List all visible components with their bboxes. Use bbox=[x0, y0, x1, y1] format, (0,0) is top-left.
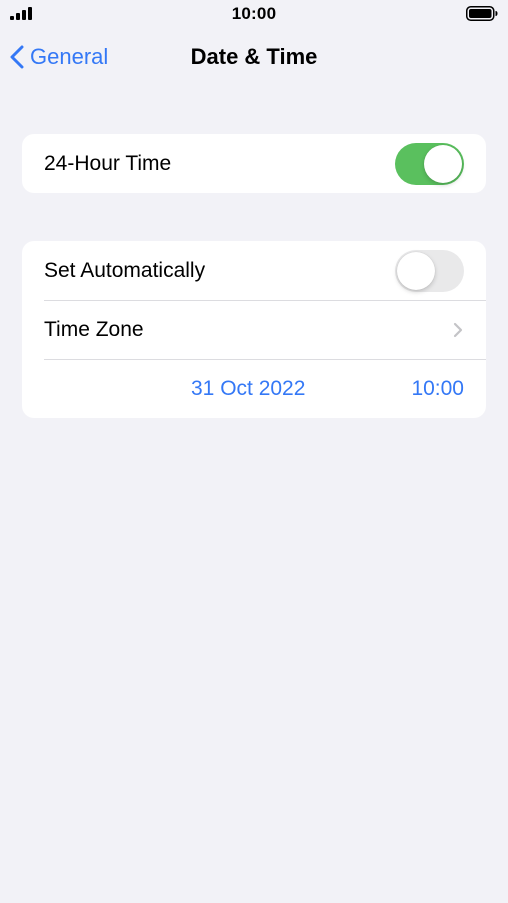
toggle-knob bbox=[397, 251, 435, 290]
status-bar: 10:00 bbox=[0, 0, 508, 28]
toggle-24-hour-time[interactable] bbox=[395, 142, 464, 185]
chevron-right-icon bbox=[453, 322, 463, 337]
row-label-set-automatically: Set Automatically bbox=[44, 258, 206, 282]
row-set-automatically: Set Automatically bbox=[22, 241, 486, 300]
row-label-time-zone: Time Zone bbox=[44, 317, 144, 341]
row-label-24-hour-time: 24-Hour Time bbox=[44, 151, 172, 175]
toggle-knob bbox=[424, 144, 462, 183]
settings-group-24-hour: 24-Hour Time bbox=[22, 134, 486, 193]
navigation-bar: General Date & Time bbox=[0, 36, 508, 80]
row-date-time: 31 Oct 2022 10:00 bbox=[22, 359, 486, 418]
row-time-zone[interactable]: Time Zone bbox=[22, 300, 486, 359]
page-title: Date & Time bbox=[190, 44, 318, 69]
toggle-set-automatically[interactable] bbox=[395, 249, 464, 292]
status-time: 10:00 bbox=[231, 4, 277, 23]
date-picker-button[interactable]: 31 Oct 2022 bbox=[191, 377, 305, 401]
time-picker-button[interactable]: 10:00 bbox=[411, 377, 464, 401]
settings-group-date-time: Set Automatically Time Zone 31 Oct 2022 … bbox=[22, 241, 486, 418]
row-24-hour-time: 24-Hour Time bbox=[22, 134, 486, 193]
battery-icon bbox=[466, 6, 498, 21]
